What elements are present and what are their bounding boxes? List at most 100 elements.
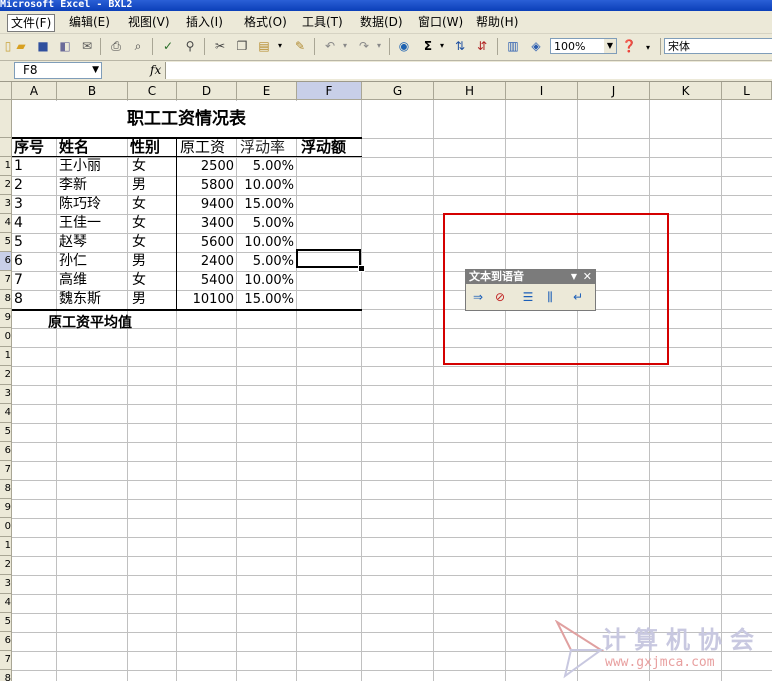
row-header[interactable]: 4	[0, 594, 12, 613]
col-header-e[interactable]: E	[237, 82, 297, 100]
cell-name[interactable]: 陈巧玲	[59, 195, 101, 213]
paste-dropdown-icon[interactable]: ▾	[275, 38, 285, 54]
cell-name[interactable]: 孙仁	[59, 252, 87, 270]
cell-salary[interactable]: 5600	[177, 233, 234, 251]
by-rows-icon[interactable]: ☰	[520, 289, 536, 305]
cell-salary[interactable]: 3400	[177, 214, 234, 232]
cell-rate[interactable]: 5.00%	[237, 252, 294, 270]
row-header[interactable]	[0, 138, 12, 157]
row-header[interactable]: 9	[0, 499, 12, 518]
text-to-speech-toolbar[interactable]: 文本到语音 ▼ ✕ ⇒ ⊘ ☰ ⫼ ↵	[465, 269, 596, 311]
menu-insert[interactable]: 插入(I)	[183, 14, 226, 30]
cell-no[interactable]: 3	[14, 195, 23, 213]
menu-help[interactable]: 帮助(H)	[473, 14, 521, 30]
row-header[interactable]: 1	[0, 537, 12, 556]
row-header[interactable]: 4	[0, 404, 12, 423]
print-icon[interactable]: ⎙	[108, 38, 124, 54]
cell-sex[interactable]: 女	[132, 271, 146, 289]
drawing-icon[interactable]: ◈	[528, 38, 544, 54]
cell-name[interactable]: 高维	[59, 271, 87, 289]
row-header[interactable]: 8	[0, 670, 12, 681]
col-header-b[interactable]: B	[57, 82, 128, 100]
email-icon[interactable]: ✉	[79, 38, 95, 54]
col-header-h[interactable]: H	[434, 82, 506, 100]
sheet-title[interactable]: 职工工资情况表	[12, 101, 361, 138]
header-rate[interactable]: 浮动率	[240, 138, 285, 156]
menu-tools[interactable]: 工具(T)	[299, 14, 346, 30]
header-salary[interactable]: 原工资	[180, 138, 225, 156]
open-folder-icon[interactable]: ▰	[13, 38, 29, 54]
cut-icon[interactable]: ✂	[212, 38, 228, 54]
row-header[interactable]: 9	[0, 309, 12, 328]
header-no[interactable]: 序号	[14, 138, 44, 156]
col-header-j[interactable]: J	[578, 82, 650, 100]
cell-rate[interactable]: 15.00%	[237, 290, 294, 308]
average-label[interactable]: 原工资平均值	[48, 314, 132, 332]
row-header[interactable]: 2	[0, 366, 12, 385]
print-preview-icon[interactable]: ⌕	[130, 38, 146, 54]
row-header[interactable]: 5	[0, 233, 12, 252]
font-name-combo[interactable]: 宋体	[664, 38, 772, 54]
zoom-combo[interactable]: 100% ▼	[550, 38, 617, 54]
undo-icon[interactable]: ↶	[322, 38, 338, 54]
row-header[interactable]: 0	[0, 328, 12, 347]
row-header[interactable]: 7	[0, 271, 12, 290]
row-header[interactable]: 1	[0, 347, 12, 366]
help-icon[interactable]: ❓	[621, 38, 637, 54]
header-name[interactable]: 姓名	[59, 138, 89, 156]
menu-edit[interactable]: 编辑(E)	[66, 14, 113, 30]
chart-wizard-icon[interactable]: ▥	[505, 38, 521, 54]
select-all-corner[interactable]	[0, 82, 12, 100]
formula-input[interactable]	[165, 62, 772, 79]
redo-icon[interactable]: ↷	[356, 38, 372, 54]
speak-on-enter-icon[interactable]: ↵	[570, 289, 586, 305]
cell-name[interactable]: 王佳一	[59, 214, 101, 232]
save-icon[interactable]: ■	[35, 38, 51, 54]
toolbar-options-icon[interactable]: ▾	[642, 38, 654, 54]
col-header-k[interactable]: K	[650, 82, 722, 100]
row-header[interactable]: 6	[0, 442, 12, 461]
tts-title-bar[interactable]: 文本到语音 ▼ ✕	[466, 270, 595, 284]
redo-dropdown-icon[interactable]: ▾	[374, 38, 384, 54]
hyperlink-icon[interactable]: ◉	[396, 38, 412, 54]
col-header-l[interactable]: L	[722, 82, 772, 100]
row-header[interactable]: 6	[0, 632, 12, 651]
cell-no[interactable]: 4	[14, 214, 23, 232]
header-sex[interactable]: 性别	[130, 138, 160, 156]
row-header[interactable]: 0	[0, 518, 12, 537]
col-header-c[interactable]: C	[128, 82, 177, 100]
col-header-d[interactable]: D	[177, 82, 237, 100]
research-icon[interactable]: ⚲	[182, 38, 198, 54]
cell-sex[interactable]: 男	[132, 290, 146, 308]
sort-ascending-icon[interactable]: ⇅	[452, 38, 468, 54]
cell-no[interactable]: 5	[14, 233, 23, 251]
row-header[interactable]: 4	[0, 214, 12, 233]
row-header[interactable]: 2	[0, 176, 12, 195]
menu-file[interactable]: 文件(F)	[7, 14, 56, 32]
row-header[interactable]: 5	[0, 423, 12, 442]
row-header[interactable]: 3	[0, 385, 12, 404]
fill-handle[interactable]	[358, 265, 365, 272]
cell-salary[interactable]: 9400	[177, 195, 234, 213]
autosum-icon[interactable]: Σ	[420, 38, 436, 54]
cell-rate[interactable]: 10.00%	[237, 176, 294, 194]
cell-sex[interactable]: 女	[132, 214, 146, 232]
row-header[interactable]: 2	[0, 556, 12, 575]
cell-no[interactable]: 2	[14, 176, 23, 194]
name-box[interactable]: F8 ▼	[14, 62, 102, 79]
excel-doc-icon[interactable]	[0, 14, 6, 30]
undo-dropdown-icon[interactable]: ▾	[340, 38, 350, 54]
cell-sex[interactable]: 男	[132, 176, 146, 194]
header-amount[interactable]: 浮动额	[301, 138, 346, 156]
cell-sex[interactable]: 女	[132, 233, 146, 251]
row-header[interactable]: 8	[0, 290, 12, 309]
cell-name[interactable]: 李新	[59, 176, 87, 194]
cell-no[interactable]: 8	[14, 290, 23, 308]
cell-salary[interactable]: 5800	[177, 176, 234, 194]
cell-no[interactable]: 7	[14, 271, 23, 289]
row-header[interactable]: 8	[0, 480, 12, 499]
permission-icon[interactable]: ◧	[57, 38, 73, 54]
menu-view[interactable]: 视图(V)	[125, 14, 173, 30]
cell-rate[interactable]: 5.00%	[237, 214, 294, 232]
cell-rate[interactable]: 10.00%	[237, 271, 294, 289]
